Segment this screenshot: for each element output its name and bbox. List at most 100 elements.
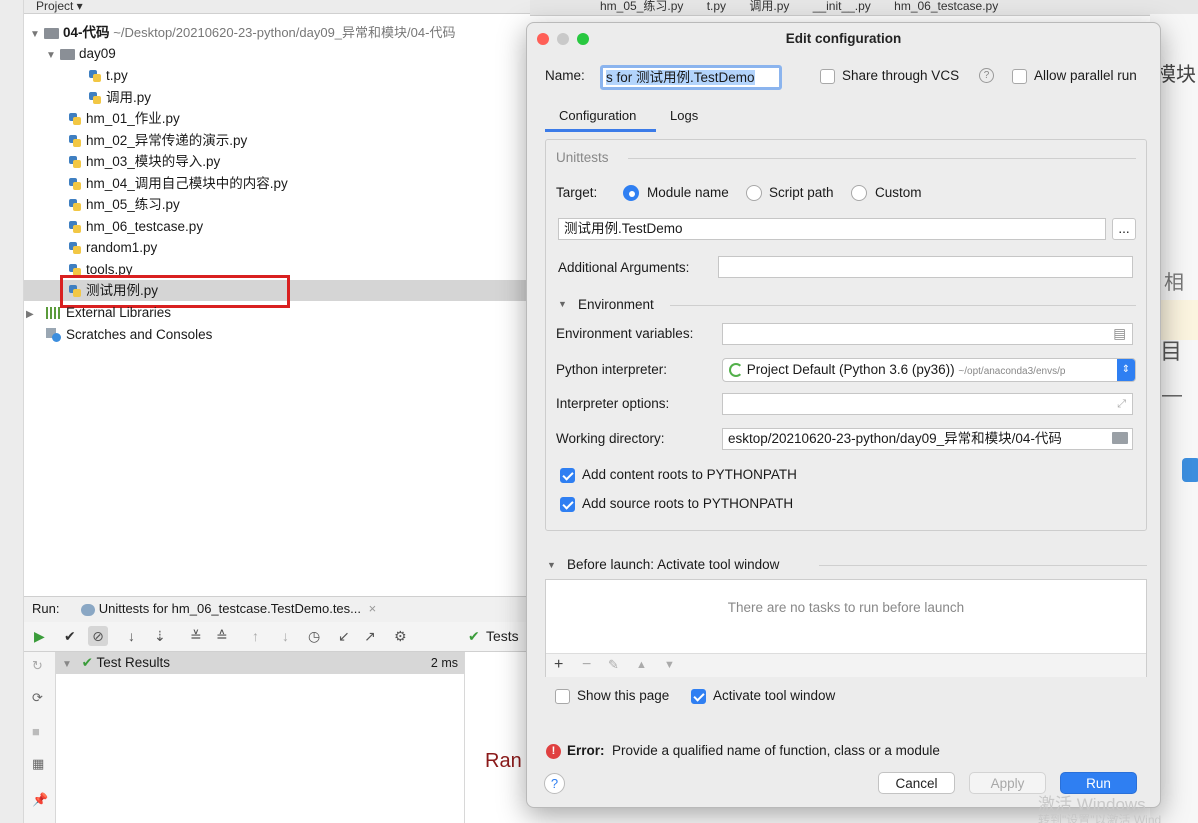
working-dir-input[interactable]: esktop/20210620-23-python/day09_异常和模块/04… <box>722 428 1133 450</box>
tab-logs[interactable]: Logs <box>670 108 698 123</box>
python-file-icon <box>68 198 82 212</box>
content-roots-checkbox[interactable] <box>560 468 575 483</box>
interpreter-status-icon <box>729 363 743 378</box>
tree-file[interactable]: 调用.py <box>88 87 151 108</box>
tree-file[interactable]: hm_02_异常传递的演示.py <box>68 130 247 151</box>
import-icon[interactable]: ↙ <box>338 628 350 645</box>
add-icon[interactable]: + <box>554 656 563 674</box>
close-icon[interactable]: × <box>369 601 377 616</box>
tree-root-folder[interactable]: ▼ 04-代码 ~/Desktop/20210620-23-python/day0… <box>30 22 455 43</box>
sort-duration-icon[interactable]: ⇣ <box>154 628 166 645</box>
divider <box>819 565 1147 566</box>
expand-all-icon[interactable]: ≚ <box>190 628 202 645</box>
expand-icon[interactable]: ⤢ <box>1117 394 1126 414</box>
tree-scratches[interactable]: Scratches and Consoles <box>46 324 212 345</box>
run-config-tab[interactable]: Unittests for hm_06_testcase.TestDemo.te… <box>99 601 361 616</box>
chevron-down-icon[interactable]: ▼ <box>558 299 567 309</box>
arrow-up-icon[interactable]: ↑ <box>252 628 259 644</box>
additional-args-input[interactable] <box>718 256 1133 278</box>
content-roots-label: Add content roots to PYTHONPATH <box>582 467 797 482</box>
divider <box>670 305 1136 306</box>
interpreter-options-input[interactable]: ⤢ <box>722 393 1133 415</box>
env-vars-input[interactable]: ▤ <box>722 323 1133 345</box>
python-file-icon <box>68 155 82 169</box>
chevron-down-icon[interactable]: ▼ <box>46 45 60 66</box>
chevron-right-icon[interactable]: ▶ <box>26 304 40 325</box>
help-button[interactable]: ? <box>544 773 565 794</box>
cancel-button[interactable]: Cancel <box>878 772 955 794</box>
python-file-icon <box>68 177 82 191</box>
editor-tab[interactable]: hm_06_testcase.py <box>884 0 1008 12</box>
tree-file[interactable]: t.py <box>88 65 128 86</box>
radio-script-path[interactable] <box>746 185 762 201</box>
tree-file[interactable]: hm_05_练习.py <box>68 194 180 215</box>
tree-folder-day09[interactable]: ▼ day09 <box>46 43 116 64</box>
file-name: hm_02_异常传递的演示.py <box>86 133 248 148</box>
tab-configuration[interactable]: Configuration <box>559 108 636 123</box>
sort-alpha-icon[interactable]: ↓ <box>128 628 135 644</box>
show-page-label: Show this page <box>577 688 670 703</box>
pin-icon[interactable]: 📌 <box>32 792 48 808</box>
tree-file[interactable]: hm_04_调用自己模块中的内容.py <box>68 173 288 194</box>
radio-module-name[interactable] <box>623 185 639 201</box>
before-launch-tasks-list[interactable]: There are no tasks to run before launch … <box>545 579 1147 677</box>
chevron-down-icon[interactable]: ▼ <box>62 659 72 670</box>
editor-tab[interactable]: t.py <box>697 0 736 12</box>
edit-configuration-dialog: Edit configuration Name: s for 测试用例.Test… <box>526 22 1161 808</box>
name-input[interactable]: s for 测试用例.TestDemo <box>600 65 782 90</box>
clock-icon[interactable]: ◷ <box>308 628 320 645</box>
chevron-down-icon[interactable]: ▼ <box>30 24 44 45</box>
folder-icon <box>60 48 75 60</box>
move-down-icon[interactable]: ▼ <box>664 659 675 671</box>
toggle-auto-test-icon[interactable]: ⟳ <box>32 690 43 706</box>
share-vcs-checkbox[interactable] <box>820 69 835 84</box>
tree-external-libraries[interactable]: ▶ External Libraries <box>26 302 171 323</box>
stop-icon[interactable]: ■ <box>32 724 40 739</box>
python-file-icon <box>88 69 102 83</box>
test-results-label: Test Results <box>96 655 171 670</box>
folder-icon[interactable] <box>1112 432 1128 444</box>
chevron-down-icon[interactable]: ▼ <box>547 560 556 570</box>
unittests-group: Unittests Target: Module name Script pat… <box>545 139 1147 531</box>
apply-button[interactable]: Apply <box>969 772 1046 794</box>
editor-tab[interactable]: hm_05_练习.py <box>590 0 693 12</box>
tree-file[interactable]: hm_06_testcase.py <box>68 216 203 237</box>
tree-label: External Libraries <box>66 305 172 320</box>
python-interpreter-select[interactable]: Project Default (Python 3.6 (py36)) ~/op… <box>722 358 1136 382</box>
run-panel-header: Run: Unittests for hm_06_testcase.TestDe… <box>24 596 530 622</box>
show-ignored-icon[interactable]: ⊘ <box>88 626 108 646</box>
rerun-failed-icon[interactable]: ↻ <box>32 658 43 674</box>
allow-parallel-checkbox[interactable] <box>1012 69 1027 84</box>
tests-status-label: Tests <box>486 628 519 644</box>
radio-custom[interactable] <box>851 185 867 201</box>
remove-icon[interactable]: − <box>582 656 591 674</box>
chevron-updown-icon[interactable]: ⇕ <box>1117 359 1135 381</box>
layout-icon[interactable]: ▦ <box>32 756 44 772</box>
project-panel-header[interactable]: Project ▾ <box>24 0 530 14</box>
gear-icon[interactable]: ⚙ <box>394 628 407 645</box>
folder-icon <box>44 27 59 39</box>
move-up-icon[interactable]: ▲ <box>636 659 647 671</box>
tree-file[interactable]: hm_03_模块的导入.py <box>68 151 220 172</box>
tasks-toolbar: + − ✎ ▲ ▼ <box>546 653 1146 677</box>
test-results-row[interactable]: ▼ ✔ Test Results 2 ms <box>56 652 464 674</box>
arrow-down-icon[interactable]: ↓ <box>282 628 289 644</box>
show-page-checkbox[interactable] <box>555 689 570 704</box>
source-roots-checkbox[interactable] <box>560 497 575 512</box>
activate-tool-checkbox[interactable] <box>691 689 706 704</box>
edit-icon[interactable]: ✎ <box>608 657 619 673</box>
collapse-all-icon[interactable]: ≙ <box>216 628 228 645</box>
rerun-icon[interactable]: ▶ <box>34 628 45 645</box>
browse-target-button[interactable]: ... <box>1112 218 1136 240</box>
tests-passed-icon: ✔ <box>468 628 480 644</box>
tree-file[interactable]: hm_01_作业.py <box>68 108 180 129</box>
document-icon[interactable]: ▤ <box>1113 324 1126 344</box>
export-icon[interactable]: ↗ <box>364 628 376 645</box>
target-module-input[interactable]: 测试用例.TestDemo <box>558 218 1106 240</box>
tree-file[interactable]: random1.py <box>68 237 157 258</box>
editor-tab[interactable]: __init__.py <box>803 0 881 12</box>
show-passed-icon[interactable]: ✔ <box>64 628 76 645</box>
help-icon[interactable]: ? <box>979 68 994 83</box>
test-output-pane: Ran <box>464 652 530 823</box>
editor-tab[interactable]: 调用.py <box>739 0 799 12</box>
